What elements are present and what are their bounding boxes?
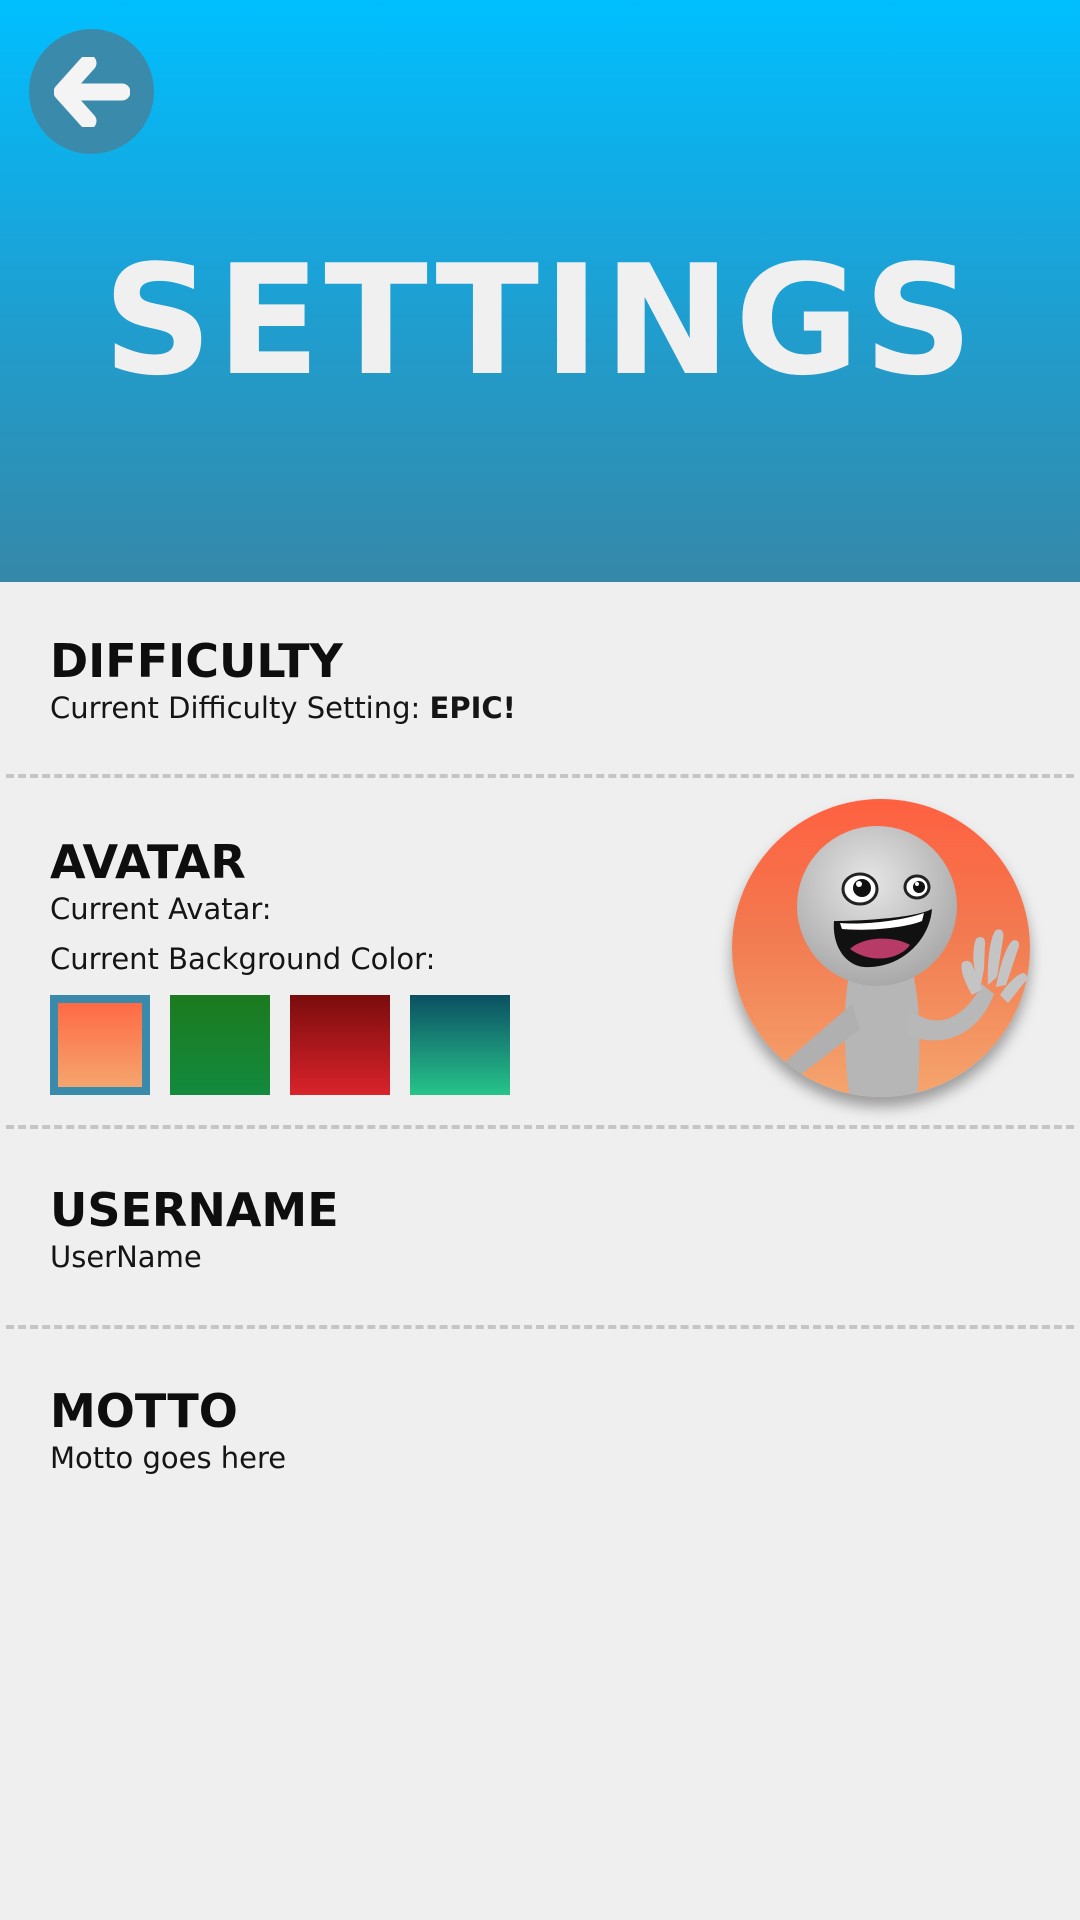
swatch-red[interactable] (290, 995, 390, 1095)
divider (6, 774, 1074, 778)
difficulty-section[interactable]: DIFFICULTY Current Difficulty Setting: E… (50, 634, 1030, 728)
swatch-orange[interactable] (50, 995, 150, 1095)
avatar-image[interactable] (732, 799, 1030, 1097)
waving-character-icon (777, 826, 1027, 1097)
page-title: SETTINGS (102, 232, 978, 409)
motto-section[interactable]: MOTTO Motto goes here (50, 1384, 1030, 1478)
swatch-teal[interactable] (410, 995, 510, 1095)
username-value: UserName (50, 1240, 202, 1274)
divider (6, 1325, 1074, 1329)
header: SETTINGS (0, 0, 1080, 582)
difficulty-heading: DIFFICULTY (50, 634, 343, 688)
difficulty-value: EPIC! (429, 691, 516, 725)
difficulty-label: Current Difficulty Setting: (50, 691, 421, 725)
motto-heading: MOTTO (50, 1384, 238, 1438)
username-section[interactable]: USERNAME UserName (50, 1183, 1030, 1277)
back-button[interactable] (29, 29, 154, 154)
motto-value: Motto goes here (50, 1441, 287, 1475)
swatch-green[interactable] (170, 995, 270, 1095)
arrow-left-icon (53, 56, 130, 127)
color-swatches (50, 995, 510, 1095)
difficulty-line: Current Difficulty Setting: EPIC! (50, 688, 1030, 728)
username-heading: USERNAME (50, 1183, 339, 1237)
divider (6, 1125, 1074, 1129)
